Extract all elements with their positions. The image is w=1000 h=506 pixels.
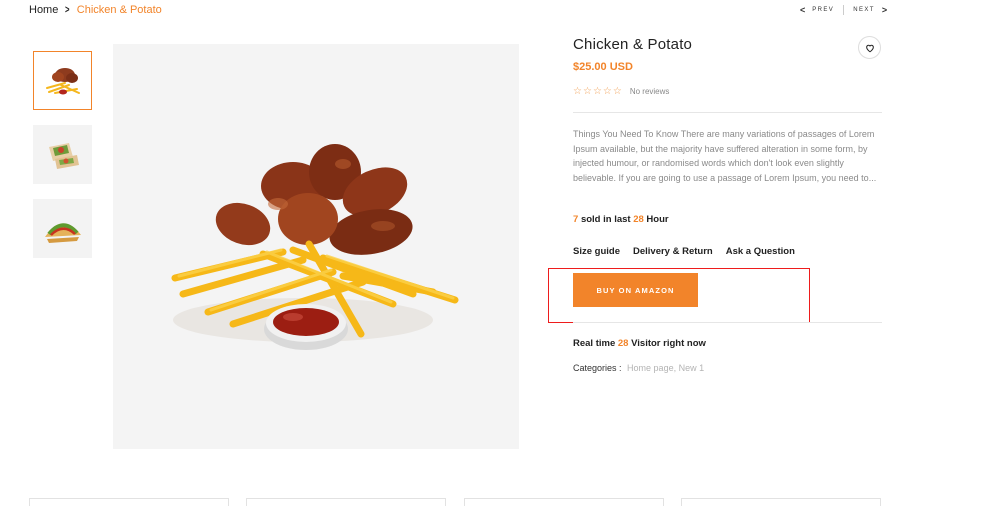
heart-icon xyxy=(865,44,874,52)
wishlist-button[interactable] xyxy=(858,36,881,59)
star-icon: ☆ xyxy=(612,86,622,97)
star-icon: ☆ xyxy=(602,86,612,97)
delivery-return-link[interactable]: Delivery & Return xyxy=(633,246,713,257)
prev-label: PREV xyxy=(812,7,835,13)
sold-counter: 7 sold in last 28 Hour xyxy=(573,214,669,225)
sold-text: sold in last xyxy=(580,214,631,225)
divider xyxy=(573,322,882,323)
sold-suffix: Hour xyxy=(646,214,669,225)
star-icon: ☆ xyxy=(592,86,602,97)
thumbnail-chicken-fries[interactable] xyxy=(33,51,92,110)
product-title: Chicken & Potato xyxy=(573,36,693,53)
categories-value[interactable]: Home page, New 1 xyxy=(627,363,704,373)
categories-label: Categories : xyxy=(573,363,622,373)
visitor-counter: Real time 28 Visitor right now xyxy=(573,338,706,349)
product-price: $25.00 USD xyxy=(573,61,633,73)
sold-hours: 28 xyxy=(633,214,644,225)
visitor-prefix: Real time xyxy=(573,338,616,349)
buy-on-amazon-button[interactable]: BUY ON AMAZON xyxy=(573,273,698,307)
size-guide-link[interactable]: Size guide xyxy=(573,246,620,257)
pager-divider xyxy=(843,5,845,15)
product-pager: < PREV NEXT > xyxy=(800,5,887,15)
chicken-fries-image xyxy=(171,144,459,350)
feature-card xyxy=(29,498,229,506)
ask-question-link[interactable]: Ask a Question xyxy=(726,246,795,257)
thumbnail-wrap[interactable] xyxy=(33,125,92,184)
feature-card xyxy=(464,498,664,506)
next-label: NEXT xyxy=(853,7,875,13)
chicken-fries-thumb-image xyxy=(45,67,80,94)
product-description: Things You Need To Know There are many v… xyxy=(573,129,877,183)
reviews-count: No reviews xyxy=(629,87,670,96)
feature-card xyxy=(681,498,881,506)
wrap-thumb-image xyxy=(48,142,79,169)
rating[interactable]: ☆ ☆ ☆ ☆ ☆ No reviews xyxy=(573,86,669,97)
prev-button[interactable]: < PREV xyxy=(800,5,834,15)
sold-count: 7 xyxy=(573,214,579,225)
product-main-image xyxy=(113,44,519,449)
thumbnail-taco[interactable] xyxy=(33,199,92,258)
star-icon: ☆ xyxy=(573,86,582,97)
feature-card xyxy=(246,498,446,506)
visitor-count: 28 xyxy=(617,338,629,349)
breadcrumb-current: Chicken & Potato xyxy=(76,4,162,16)
divider xyxy=(573,112,882,113)
star-icon: ☆ xyxy=(582,86,592,97)
next-button[interactable]: NEXT > xyxy=(853,5,887,15)
chevron-right-icon: > xyxy=(881,5,888,15)
taco-thumb-image xyxy=(44,222,81,243)
chevron-left-icon: < xyxy=(800,5,806,15)
visitor-suffix: Visitor right now xyxy=(631,338,706,349)
breadcrumb: Home > Chicken & Potato xyxy=(29,4,162,16)
product-links: Size guide Delivery & Return Ask a Quest… xyxy=(573,246,795,257)
categories: Categories : Home page, New 1 xyxy=(573,363,704,373)
chevron-right-icon: > xyxy=(65,4,70,16)
breadcrumb-home-link[interactable]: Home xyxy=(29,4,58,16)
